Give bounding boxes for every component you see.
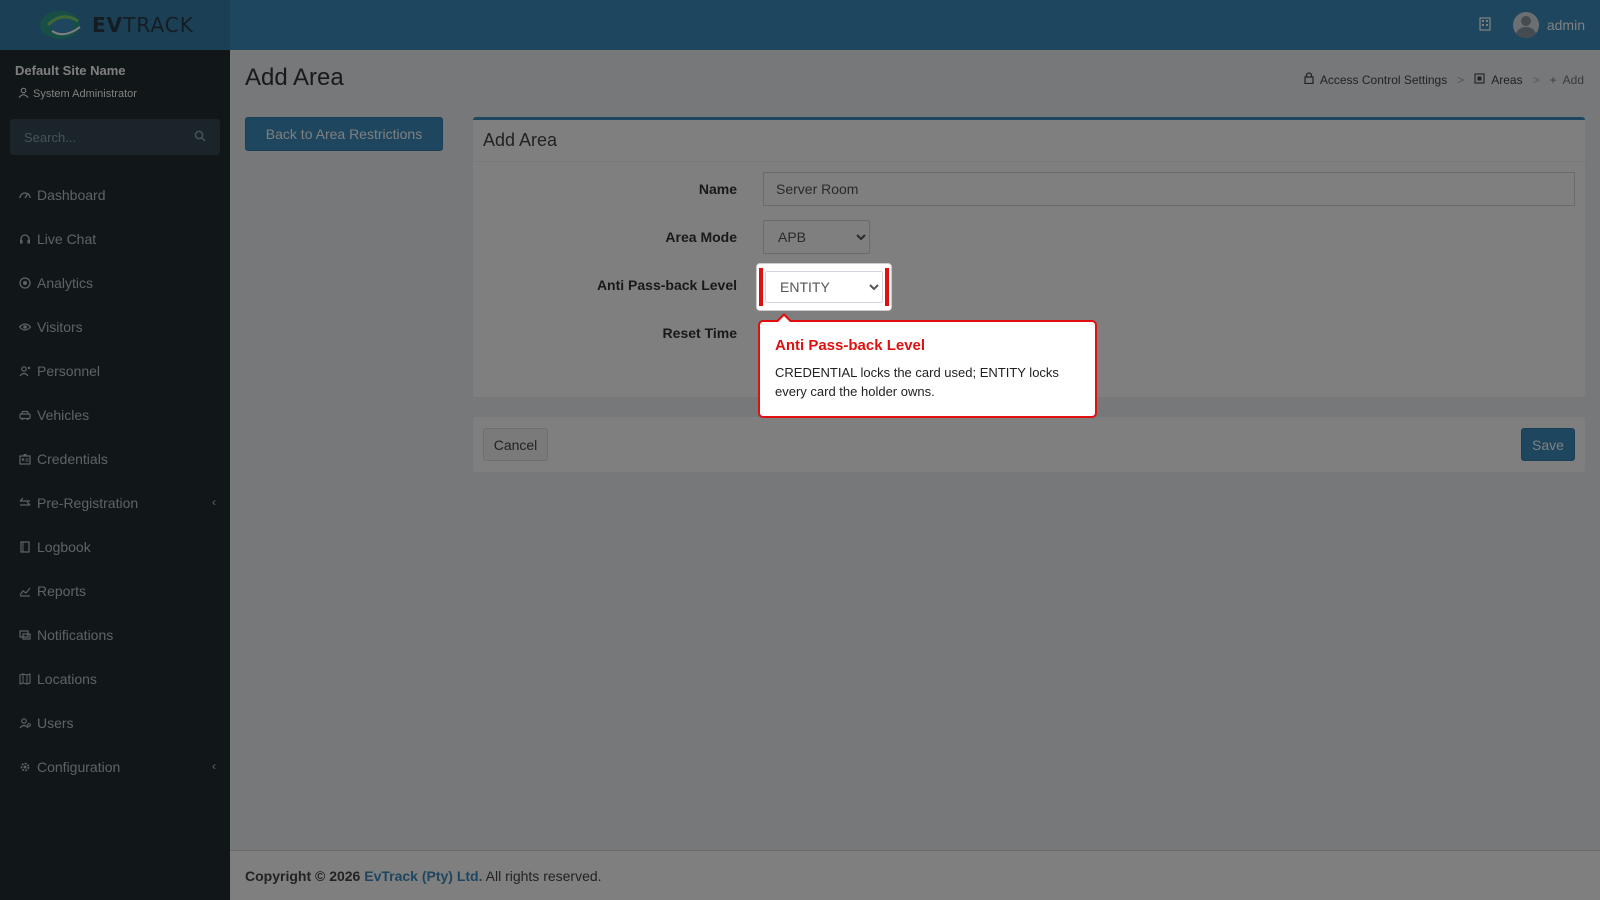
tooltip-title: Anti Pass-back Level	[775, 337, 926, 354]
apb-level-spotlight: ENTITY	[757, 264, 891, 310]
tour-overlay[interactable]	[0, 0, 1600, 900]
tooltip-body: CREDENTIAL locks the card used; ENTITY l…	[775, 365, 1059, 399]
highlight-bar-left	[759, 268, 763, 306]
highlight-bar-right	[885, 268, 889, 306]
apb-level-select[interactable]: ENTITY	[765, 271, 883, 303]
tour-tooltip: Anti Pass-back Level CREDENTIAL locks th…	[758, 313, 1097, 418]
